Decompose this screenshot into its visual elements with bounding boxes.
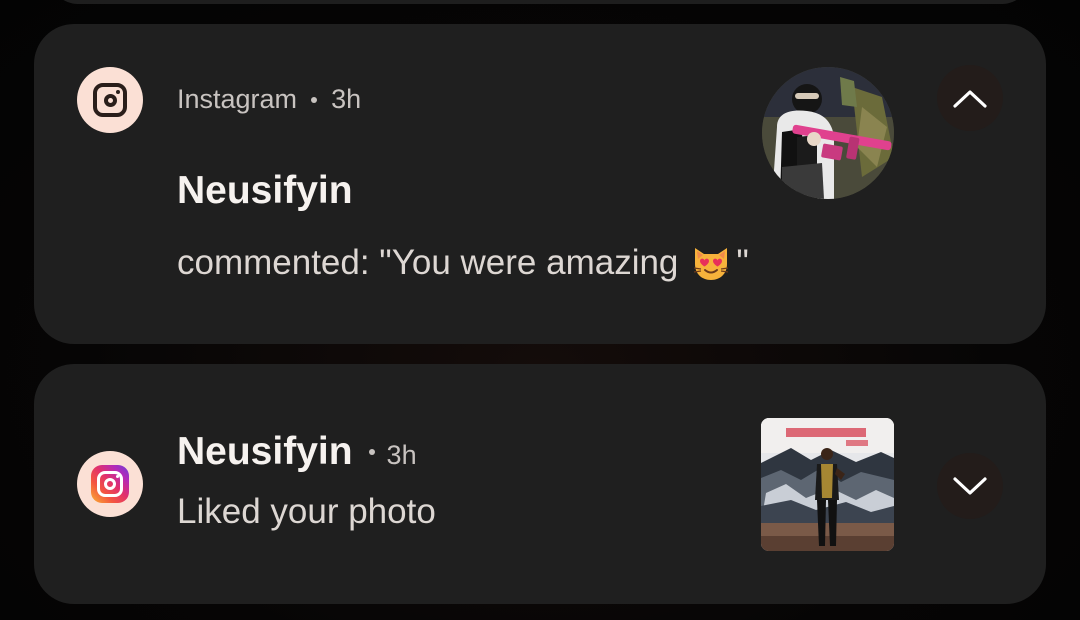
- collapse-button[interactable]: [937, 65, 1003, 131]
- chevron-down-icon: [953, 477, 987, 495]
- notification-time: 3h: [386, 440, 417, 470]
- notification-title: Neusifyin: [177, 430, 353, 473]
- thumbnail-image: [761, 418, 894, 551]
- notification-header: Neusifyin 3h: [177, 430, 417, 474]
- expand-button[interactable]: [937, 453, 1003, 519]
- instagram-color-icon: [91, 465, 129, 503]
- avatar-image: [762, 67, 894, 199]
- notification-body: commented: "You were amazing ": [177, 242, 749, 284]
- notification-card-instagram-comment[interactable]: Instagram 3h Neusifyin commented: "You w…: [34, 24, 1046, 344]
- previous-notification-edge: [50, 0, 1030, 4]
- notification-body: Liked your photo: [177, 492, 436, 531]
- notification-shade: Instagram 3h Neusifyin commented: "You w…: [0, 0, 1080, 620]
- notification-card-instagram-like[interactable]: Neusifyin 3h Liked your photo: [34, 364, 1046, 604]
- separator-dot: [311, 96, 318, 103]
- instagram-mono-icon: [93, 83, 127, 117]
- sender-avatar: [762, 67, 894, 199]
- separator-dot: [368, 449, 375, 455]
- notification-time: 3h: [331, 84, 362, 114]
- notification-header: Instagram 3h: [177, 84, 361, 115]
- comment-text: commented: "You were amazing: [177, 243, 679, 282]
- chevron-up-icon: [953, 90, 987, 108]
- comment-text-end: ": [736, 243, 749, 282]
- instagram-app-icon: [77, 451, 143, 517]
- photo-thumbnail: [761, 418, 894, 551]
- instagram-app-icon: [77, 67, 143, 133]
- notification-title: Neusifyin: [177, 169, 353, 212]
- smiling-cat-heart-eyes-icon: [694, 248, 729, 280]
- app-name: Instagram: [177, 84, 298, 114]
